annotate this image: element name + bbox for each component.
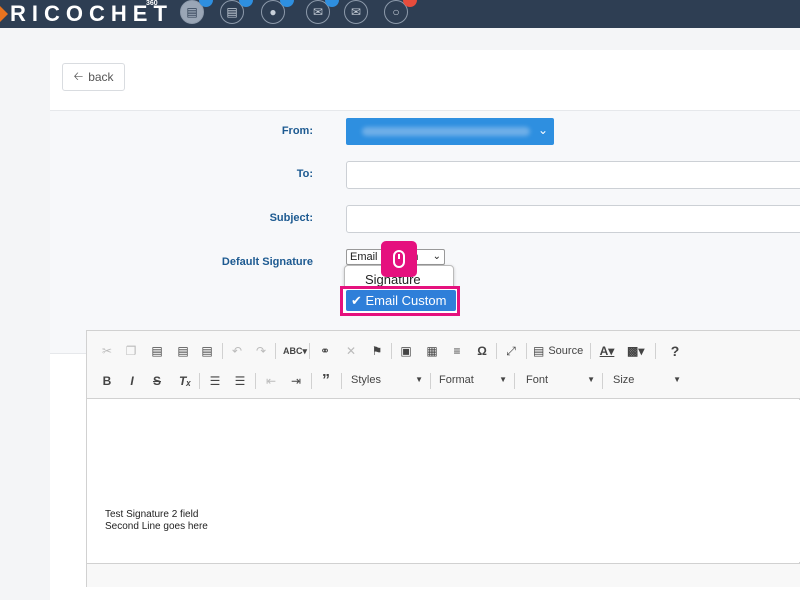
cut-icon[interactable]: ✂ (99, 341, 115, 361)
rich-text-editor: ✂ ❐ ▤ ▤ ▤ ↶ ↷ ABC▾ ⚭ ✕ ⚑ ▣ ▦ ≡ Ω ⤢ ▤ Sou… (86, 330, 800, 587)
toolbar-separator (311, 373, 312, 389)
from-label: From: (281, 125, 313, 137)
styles-combo[interactable]: Styles ▼ (351, 374, 425, 392)
toolbar-separator (590, 343, 591, 359)
unlink-icon[interactable]: ✕ (343, 341, 359, 361)
font-label: Font (526, 374, 549, 386)
size-combo[interactable]: Size ▼ (613, 374, 683, 392)
nav-badge (403, 0, 417, 7)
editor-text-line: Test Signature 2 field (105, 509, 199, 520)
left-sidebar-strip (0, 28, 50, 600)
copy-icon[interactable]: ❐ (123, 341, 139, 361)
toolbar-separator (275, 343, 276, 359)
special-char-icon[interactable]: Ω (474, 341, 490, 361)
to-input[interactable] (346, 161, 800, 189)
source-button[interactable]: ▤ Source (533, 341, 583, 361)
nav-badge (199, 0, 213, 7)
text-color-icon[interactable]: A▾ (599, 341, 615, 361)
styles-label: Styles (351, 374, 381, 386)
signature-label: Default Signature (221, 256, 313, 268)
nav-file-icon[interactable]: ▤ (220, 0, 253, 24)
font-combo[interactable]: Font ▼ (526, 374, 597, 392)
top-navigation-bar: RICOCHET 360 ▤ ▤ ● ✉ ✉ ○ (0, 0, 800, 28)
mouse-click-icon (381, 241, 417, 277)
blockquote-icon[interactable]: ” (318, 371, 334, 391)
chevron-down-icon: ⌄ (432, 251, 441, 262)
toolbar-separator (222, 343, 223, 359)
nav-chat-icon[interactable]: ● (261, 0, 294, 24)
format-label: Format (439, 374, 474, 386)
subject-label: Subject: (269, 212, 313, 224)
maximize-icon[interactable]: ⤢ (503, 341, 519, 361)
editor-status-bar (87, 563, 800, 587)
bold-icon[interactable]: B (99, 371, 115, 391)
nav-speech-bubble-icon[interactable]: ○ (384, 0, 417, 24)
paste-icon[interactable]: ▤ (149, 341, 165, 361)
anchor-flag-icon[interactable]: ⚑ (369, 341, 385, 361)
help-icon[interactable]: ? (667, 341, 683, 361)
image-icon[interactable]: ▣ (398, 341, 414, 361)
remove-format-icon[interactable]: Tₓ (177, 371, 193, 391)
format-combo[interactable]: Format ▼ (439, 374, 509, 392)
paste-word-icon[interactable]: ▤ (199, 341, 215, 361)
nav-mail-icon[interactable]: ✉ (306, 0, 339, 24)
editor-toolbar: ✂ ❐ ▤ ▤ ▤ ↶ ↷ ABC▾ ⚭ ✕ ⚑ ▣ ▦ ≡ Ω ⤢ ▤ Sou… (87, 331, 800, 399)
toolbar-separator (655, 343, 656, 359)
table-icon[interactable]: ▦ (424, 341, 440, 361)
logo-mark-icon (0, 6, 8, 22)
nav-badge (280, 0, 294, 7)
numbered-list-icon[interactable]: ☰ (207, 371, 223, 391)
from-select[interactable]: ⌄ (346, 118, 554, 145)
chevron-down-icon: ▼ (499, 375, 507, 384)
outdent-icon[interactable]: ⇤ (263, 371, 279, 391)
toolbar-separator (526, 343, 527, 359)
from-value-redacted (362, 127, 530, 136)
strike-icon[interactable]: S (149, 371, 165, 391)
email-custom-option[interactable]: ✔ Email Custom (346, 290, 456, 311)
indent-icon[interactable]: ⇥ (288, 371, 304, 391)
italic-icon[interactable]: I (124, 371, 140, 391)
toolbar-separator (341, 373, 342, 389)
arrow-left-icon: 🡠 (73, 68, 84, 83)
link-icon[interactable]: ⚭ (317, 341, 333, 361)
subject-input[interactable] (346, 205, 800, 233)
chevron-down-icon: ▼ (587, 375, 595, 384)
chevron-down-icon: ▼ (415, 375, 423, 384)
undo-icon[interactable]: ↶ (229, 341, 245, 361)
toolbar-separator (602, 373, 603, 389)
nav-badge (239, 0, 253, 7)
redo-icon[interactable]: ↷ (253, 341, 269, 361)
source-icon: ▤ (533, 344, 545, 358)
toolbar-separator (309, 343, 310, 359)
back-button[interactable]: 🡠 back (62, 63, 125, 91)
spellcheck-icon[interactable]: ABC▾ (283, 341, 307, 361)
toolbar-separator (514, 373, 515, 389)
bullet-list-icon[interactable]: ☰ (232, 371, 248, 391)
editor-text-line: Second Line goes here (105, 521, 208, 532)
nav-envelope-open-icon[interactable]: ✉ (344, 0, 368, 24)
size-label: Size (613, 374, 635, 386)
bg-color-icon[interactable]: ▩▾ (627, 341, 644, 361)
compose-card: 🡠 back From: ⌄ To: Subject: Default Sign… (50, 50, 800, 600)
toolbar-separator (199, 373, 200, 389)
chevron-down-icon: ⌄ (537, 123, 548, 137)
back-button-label: back (88, 70, 114, 84)
horizontal-line-icon[interactable]: ≡ (449, 341, 465, 361)
nav-badge (325, 0, 339, 7)
source-label: Source (548, 345, 584, 357)
chevron-down-icon: ▼ (673, 375, 681, 384)
paste-text-icon[interactable]: ▤ (175, 341, 191, 361)
nav-document-icon[interactable]: ▤ (180, 0, 213, 24)
logo-superscript: 360 (146, 0, 158, 7)
toolbar-separator (430, 373, 431, 389)
toolbar-separator (496, 343, 497, 359)
toolbar-separator (255, 373, 256, 389)
editor-content-area[interactable]: Test Signature 2 field Second Line goes … (87, 400, 800, 562)
toolbar-separator (391, 343, 392, 359)
to-label: To: (296, 168, 313, 180)
